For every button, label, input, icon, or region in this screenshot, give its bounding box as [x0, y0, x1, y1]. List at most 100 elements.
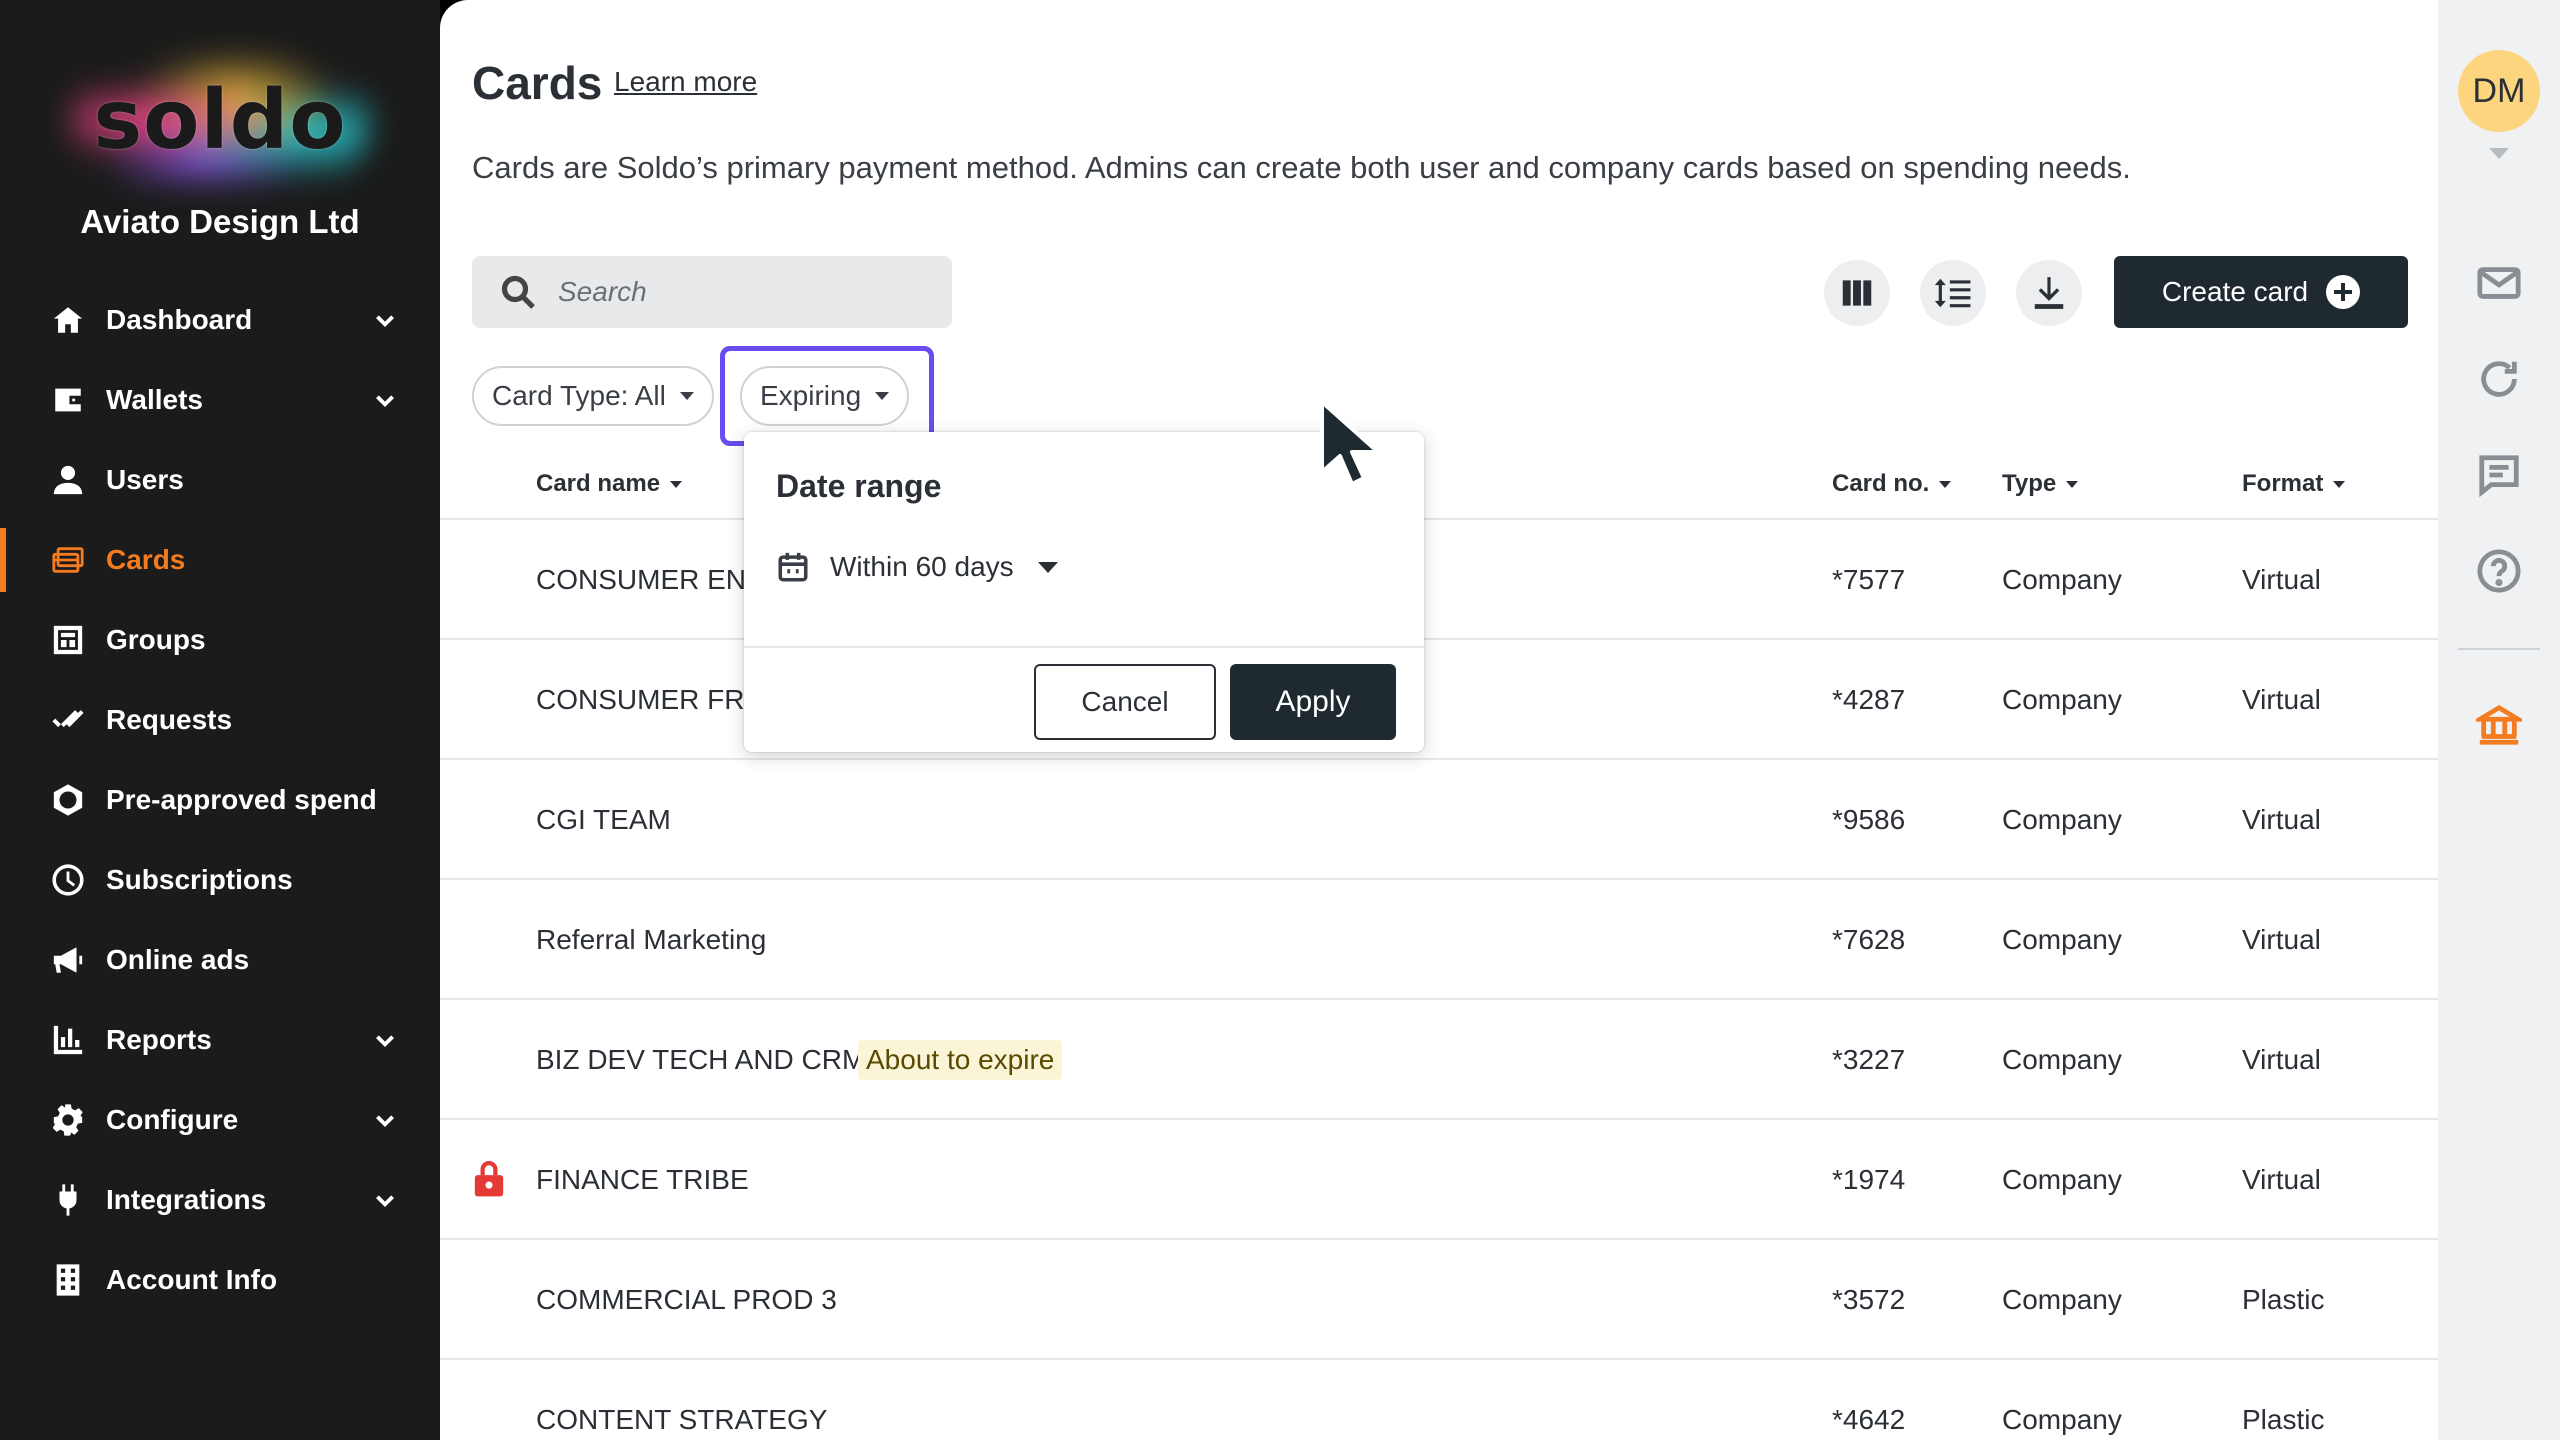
format-cell: Virtual — [2242, 1164, 2321, 1195]
card-no-cell: *4287 — [1832, 684, 1906, 715]
date-range-select[interactable]: Within 60 days — [776, 550, 1058, 584]
chat-icon[interactable] — [2476, 452, 2522, 498]
card-name-cell: CONTENT STRATEGY — [536, 1404, 828, 1435]
table-row[interactable]: CONSUMER FRO *4287 Company Virtual — [440, 640, 2438, 760]
table-row[interactable]: COMMERCIAL PROD 3 *3572 Company Plastic — [440, 1240, 2438, 1360]
mouse-cursor-icon — [1320, 400, 1380, 486]
card-type-filter[interactable]: Card Type: All — [472, 366, 714, 426]
page-description: Cards are Soldo’s primary payment method… — [472, 150, 2131, 185]
download-icon — [2034, 277, 2064, 309]
type-cell: Company — [2002, 1044, 2122, 1075]
sidebar-item-dashboard[interactable]: Dashboard — [0, 280, 440, 360]
cancel-button[interactable]: Cancel — [1034, 664, 1216, 740]
card-no-cell: *3227 — [1832, 1044, 1906, 1075]
chevron-down-icon[interactable] — [372, 307, 398, 333]
home-icon — [50, 302, 86, 338]
sidebar-item-reports[interactable]: Reports — [0, 1000, 440, 1080]
focus-ring — [720, 346, 934, 446]
column-label: Card name — [536, 470, 661, 497]
type-cell: Company — [2002, 1404, 2122, 1435]
table-header: Card name Card no. Type Format — [440, 450, 2438, 520]
table-row[interactable]: FINANCE TRIBE *1974 Company Virtual — [440, 1120, 2438, 1240]
column-label: Type — [2002, 470, 2057, 497]
building-icon — [50, 1262, 86, 1298]
column-label: Card no. — [1832, 470, 1930, 497]
refresh-icon[interactable] — [2476, 356, 2522, 402]
columns-button[interactable] — [1824, 260, 1890, 326]
card-no-cell: *3572 — [1832, 1284, 1906, 1315]
sidebar-item-subscriptions[interactable]: Subscriptions — [0, 840, 440, 920]
format-cell: Virtual — [2242, 1044, 2321, 1075]
caret-down-icon — [1037, 561, 1058, 573]
sidebar-item-pre-approved-spend[interactable]: Pre-approved spend — [0, 760, 440, 840]
sidebar-item-label: Online ads — [106, 944, 250, 975]
sidebar-item-groups[interactable]: Groups — [0, 600, 440, 680]
learn-more-link[interactable]: Learn more — [614, 66, 757, 98]
table-row[interactable]: CONSUMER ENG *7577 Company Virtual — [440, 520, 2438, 640]
avatar[interactable]: DM — [2458, 50, 2540, 132]
type-cell: Company — [2002, 684, 2122, 715]
soldo-logo[interactable]: soldo — [0, 50, 440, 190]
create-card-button[interactable]: Create card — [2114, 256, 2408, 328]
chevron-down-icon[interactable] — [372, 1027, 398, 1053]
date-range-value: Within 60 days — [830, 551, 1014, 582]
company-name: Aviato Design Ltd — [80, 203, 360, 240]
column-header-card-name[interactable]: Card name — [536, 470, 683, 498]
sidebar-item-label: Integrations — [106, 1184, 267, 1215]
table-row[interactable]: BIZ DEV TECH AND CRM About to expire *32… — [440, 1000, 2438, 1120]
mail-icon[interactable] — [2476, 260, 2522, 306]
hexagon-icon — [50, 782, 86, 818]
sidebar-item-integrations[interactable]: Integrations — [0, 1160, 440, 1240]
plug-icon — [50, 1182, 86, 1218]
sidebar-item-configure[interactable]: Configure — [0, 1080, 440, 1160]
sidebar-item-cards[interactable]: Cards — [0, 520, 440, 600]
sidebar-item-label: Account Info — [106, 1264, 278, 1295]
bank-icon[interactable] — [2471, 702, 2527, 748]
search-input[interactable]: Search — [472, 256, 952, 328]
card-type-filter-label: Card Type: All — [492, 380, 666, 411]
table-row[interactable]: CGI TEAM *9586 Company Virtual — [440, 760, 2438, 880]
apply-button[interactable]: Apply — [1230, 664, 1396, 740]
sidebar-item-online-ads[interactable]: Online ads — [0, 920, 440, 1000]
type-cell: Company — [2002, 564, 2122, 595]
logo-text: soldo — [93, 72, 347, 168]
sidebar-item-users[interactable]: Users — [0, 440, 440, 520]
card-no-cell: *7628 — [1832, 924, 1906, 955]
wallet-icon — [50, 382, 86, 418]
table-row[interactable]: CONTENT STRATEGY *4642 Company Plastic — [440, 1360, 2438, 1440]
bar-chart-icon — [50, 1022, 86, 1058]
format-cell: Virtual — [2242, 684, 2321, 715]
sidebar-item-wallets[interactable]: Wallets — [0, 360, 440, 440]
card-name-cell: CGI TEAM — [536, 804, 671, 835]
sidebar-item-label: Users — [106, 464, 184, 495]
chevron-down-icon[interactable] — [372, 1107, 398, 1133]
column-header-format[interactable]: Format — [2242, 470, 2346, 498]
clock-icon — [50, 862, 86, 898]
caret-down-icon — [2066, 480, 2079, 488]
cards-icon — [50, 542, 86, 578]
about-to-expire-badge: About to expire — [858, 1040, 1063, 1080]
table-row[interactable]: Referral Marketing *7628 Company Virtual — [440, 880, 2438, 1000]
sidebar-item-label: Pre-approved spend — [106, 784, 377, 815]
divider — [2458, 648, 2540, 650]
caret-down-icon[interactable] — [2489, 148, 2509, 159]
caret-down-icon — [679, 392, 694, 400]
lock-icon — [474, 1161, 504, 1197]
column-header-card-no[interactable]: Card no. — [1832, 470, 1952, 498]
columns-icon — [1842, 280, 1872, 306]
sidebar-item-label: Requests — [106, 704, 233, 735]
chevron-down-icon[interactable] — [372, 1187, 398, 1213]
sidebar-item-account-info[interactable]: Account Info — [0, 1240, 440, 1320]
card-name-cell: BIZ DEV TECH AND CRM — [536, 1044, 866, 1075]
card-name-cell: CONSUMER ENG — [536, 564, 768, 595]
row-density-button[interactable] — [1920, 260, 1986, 326]
double-check-icon — [50, 702, 86, 738]
card-name-cell: Referral Marketing — [536, 924, 767, 955]
column-header-type[interactable]: Type — [2002, 470, 2079, 498]
download-button[interactable] — [2016, 260, 2082, 326]
card-name-cell: COMMERCIAL PROD 3 — [536, 1284, 837, 1315]
chevron-down-icon[interactable] — [372, 387, 398, 413]
sidebar-item-label: Cards — [106, 544, 186, 575]
help-icon[interactable] — [2476, 548, 2522, 594]
sidebar-item-requests[interactable]: Requests — [0, 680, 440, 760]
